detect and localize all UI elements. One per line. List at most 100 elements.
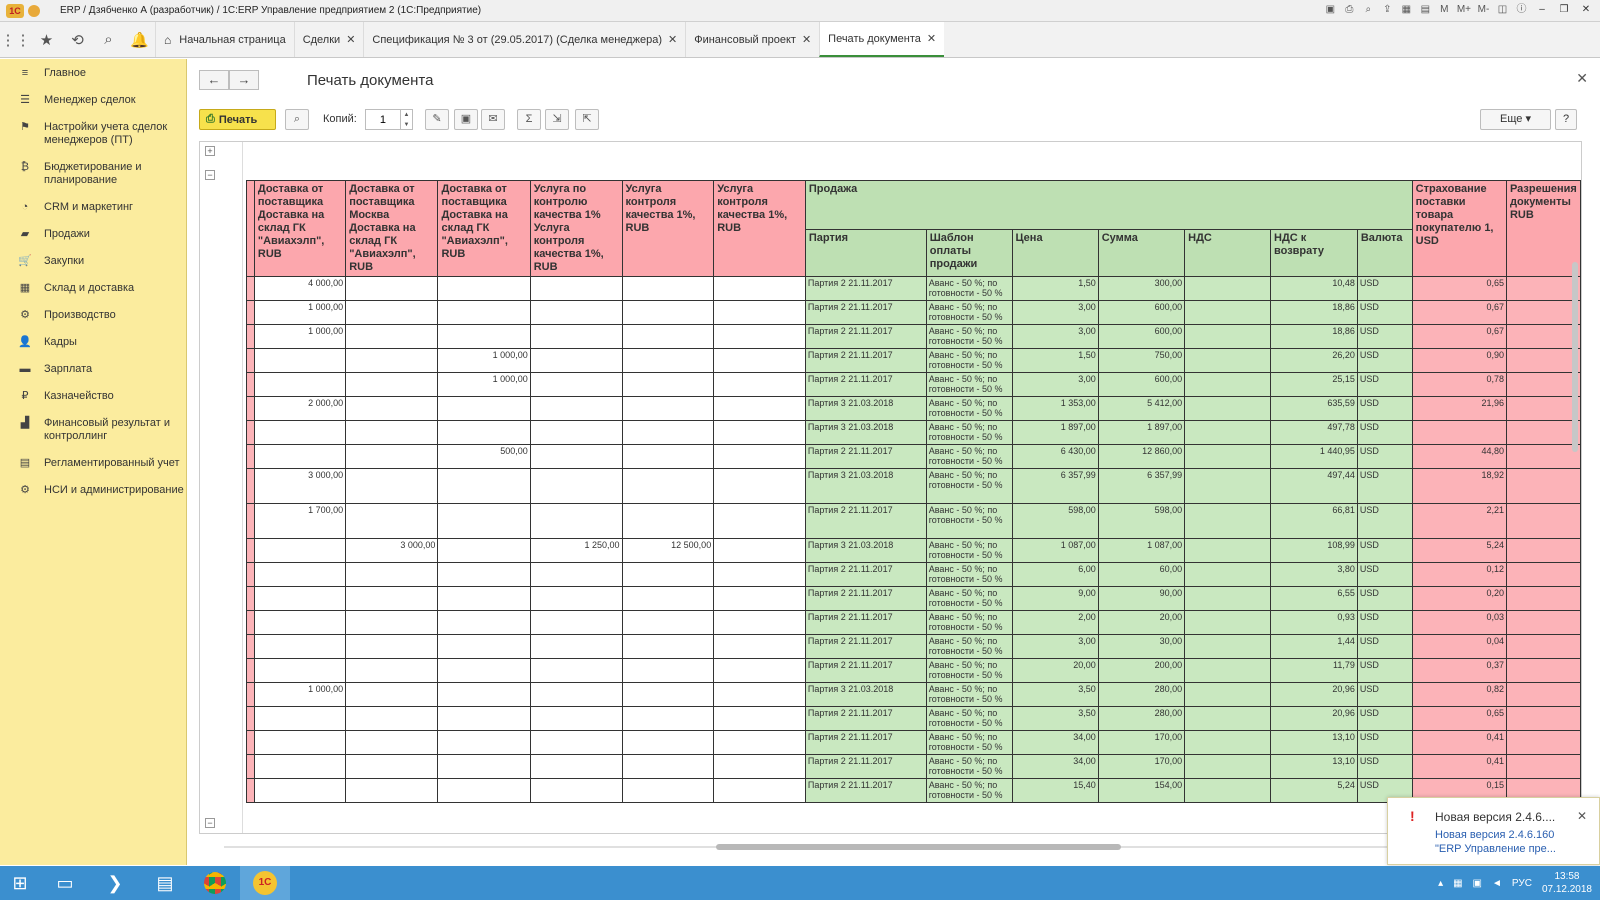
edit-icon[interactable]: ✎ (425, 109, 449, 130)
close-window-button[interactable]: ✕ (1578, 3, 1594, 17)
tab-specification[interactable]: Спецификация № 3 от (29.05.2017) (Сделка… (363, 22, 685, 57)
sum-button[interactable]: Σ (517, 109, 541, 130)
apps-grid-icon[interactable]: ⋮⋮ (0, 22, 31, 57)
save-file-button[interactable]: ▣ (454, 109, 478, 130)
vertical-scroll-thumb[interactable] (1572, 262, 1578, 452)
table-cell: 0,04 (1411, 634, 1507, 659)
onec-app-icon[interactable]: 1С (240, 866, 290, 900)
table-cell (621, 658, 715, 683)
table-cell: USD (1356, 324, 1413, 349)
sidebar-item[interactable]: ▟ Финансовый результат и контроллинг (0, 409, 186, 449)
main-menu-icon[interactable] (28, 4, 40, 17)
tray-expand-icon[interactable]: ▴ (1438, 878, 1443, 889)
table-cell: USD (1356, 706, 1413, 731)
sidebar-item[interactable]: ▬ Зарплата (0, 355, 186, 382)
print-button[interactable]: ⎙ Печать (199, 109, 276, 130)
close-notification-icon[interactable]: ✕ (1577, 809, 1587, 823)
sidebar-item[interactable]: ☰ Менеджер сделок (0, 86, 186, 113)
close-tab-icon[interactable]: ✕ (668, 33, 677, 46)
chrome-icon[interactable] (190, 866, 240, 900)
row-marker-cell (246, 730, 255, 755)
volume-icon[interactable]: ◄ (1492, 878, 1502, 889)
preview-button[interactable]: ⌕ (285, 109, 309, 130)
close-tab-icon[interactable]: ✕ (346, 33, 355, 46)
preview-icon[interactable]: ⌕ (1362, 3, 1375, 17)
memory-mplus-button[interactable]: M+ (1457, 3, 1471, 17)
network-icon[interactable]: ▦ (1453, 878, 1462, 889)
sidebar-item[interactable]: ₿ Бюджетирование и планирование (0, 153, 186, 193)
horizontal-scrollbar[interactable] (199, 842, 1582, 852)
notification-link[interactable]: Новая версия 2.4.6.160 (1435, 829, 1554, 841)
table-cell (713, 468, 806, 504)
sidebar-item[interactable]: ▤ Регламентированный учет (0, 449, 186, 476)
sidebar-item[interactable]: ▦ Склад и доставка (0, 274, 186, 301)
sidebar-item[interactable]: ⚑ Настройки учета сделок менеджеров (ПТ) (0, 113, 186, 153)
expand-group-icon[interactable]: + (205, 146, 215, 156)
clock[interactable]: 13:58 07.12.2018 (1542, 870, 1592, 896)
export-icon[interactable]: ⇪ (1381, 3, 1394, 17)
display-icon[interactable]: ▣ (1473, 878, 1482, 889)
panel-icon[interactable]: ◫ (1496, 3, 1509, 17)
close-form-icon[interactable]: ✕ (1576, 70, 1588, 87)
sidebar-item[interactable]: ▰ Продажи (0, 220, 186, 247)
forward-button[interactable]: → (229, 70, 259, 90)
memory-m-button[interactable]: M (1438, 3, 1451, 17)
back-button[interactable]: ← (199, 70, 229, 90)
sidebar-item[interactable]: ₽ Казначейство (0, 382, 186, 409)
explorer-pc-icon[interactable]: ▭ (40, 866, 90, 900)
file-explorer-icon[interactable]: ▤ (140, 866, 190, 900)
sidebar-item[interactable]: 👤 Кадры (0, 328, 186, 355)
table-cell: 9,00 (1011, 586, 1099, 611)
maximize-button[interactable]: ❐ (1556, 3, 1572, 17)
sidebar-item-label: CRM и маркетинг (44, 201, 134, 213)
search-icon[interactable]: ⌕ (93, 22, 124, 57)
table-cell: 66,81 (1270, 503, 1358, 539)
tab-deals[interactable]: Сделки ✕ (293, 22, 364, 57)
language-indicator[interactable]: РУС (1512, 878, 1532, 889)
sidebar-item[interactable]: ⚙ Производство (0, 301, 186, 328)
minimize-button[interactable]: – (1534, 3, 1550, 17)
close-tab-icon[interactable]: ✕ (802, 33, 811, 46)
calendar-icon[interactable]: ▤ (1419, 3, 1432, 17)
sidebar-item-label: Кадры (44, 336, 77, 348)
sidebar-item[interactable]: ⚙ НСИ и администрирование (0, 476, 186, 503)
table-icon[interactable]: ▦ (1400, 3, 1413, 17)
sidebar-item[interactable]: ◔ CRM и маркетинг (0, 193, 186, 220)
memory-mminus-button[interactable]: M- (1477, 3, 1490, 17)
email-button[interactable]: ✉ (481, 109, 505, 130)
copies-input[interactable] (365, 109, 401, 130)
print-icon[interactable]: ⎙ (1343, 3, 1356, 17)
notification-link[interactable]: "ERP Управление пре... (1435, 843, 1556, 855)
table-cell (345, 396, 439, 421)
more-button[interactable]: Еще ▾ (1480, 109, 1551, 130)
help-button[interactable]: ? (1555, 109, 1577, 130)
history-icon[interactable]: ⟲ (62, 22, 93, 57)
update-notification[interactable]: ! Новая версия 2.4.6.... ✕ Новая версия … (1387, 797, 1600, 865)
table-cell (345, 276, 439, 301)
spreadsheet-document[interactable]: + − − Доставка от поставщика Доставка на… (199, 141, 1582, 834)
import-button[interactable]: ⇱ (575, 109, 599, 130)
table-cell (437, 538, 531, 563)
table-cell (1505, 420, 1581, 445)
windows-start-icon[interactable]: ⊞ (0, 866, 40, 900)
collapse-group-icon[interactable]: − (205, 818, 215, 828)
powershell-icon[interactable]: ❯ (90, 866, 140, 900)
export-button[interactable]: ⇲ (545, 109, 569, 130)
sidebar-item[interactable]: ≡ Главное (0, 59, 186, 86)
table-cell: 18,92 (1411, 468, 1507, 504)
vertical-scrollbar[interactable] (1571, 142, 1579, 833)
save-icon[interactable]: ▣ (1324, 3, 1337, 17)
notifications-bell-icon[interactable]: 🔔 (124, 22, 155, 57)
close-tab-icon[interactable]: ✕ (927, 32, 936, 45)
tab-financial-project[interactable]: Финансовый проект ✕ (685, 22, 819, 57)
copies-stepper[interactable]: ▲ ▼ (401, 109, 413, 130)
favorites-star-icon[interactable]: ★ (31, 22, 62, 57)
table-cell (713, 538, 806, 563)
table-row: Партия 2 21.11.2017 Аванс - 50 %; по гото… (246, 634, 1581, 659)
tab-home[interactable]: ⌂ Начальная страница (155, 22, 294, 57)
info-icon[interactable]: ⓘ (1515, 3, 1528, 17)
tab-print-document[interactable]: Печать документа ✕ (819, 22, 945, 57)
collapse-group-icon[interactable]: − (205, 170, 215, 180)
sidebar-item[interactable]: 🛒 Закупки (0, 247, 186, 274)
horizontal-scroll-thumb[interactable] (716, 844, 1121, 850)
